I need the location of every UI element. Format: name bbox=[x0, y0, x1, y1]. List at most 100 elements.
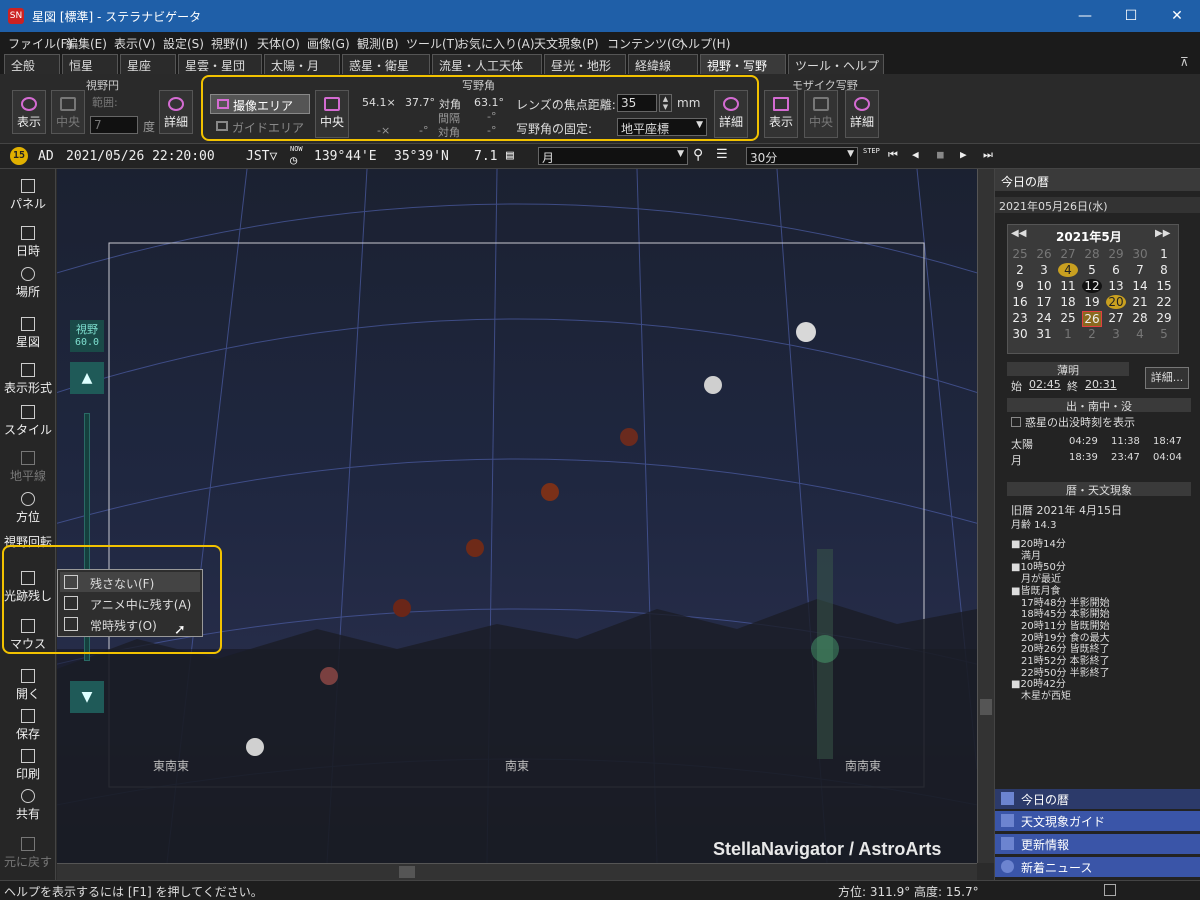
close-button[interactable]: ✕ bbox=[1154, 0, 1200, 32]
calendar-day[interactable]: 3 bbox=[1034, 263, 1054, 277]
calendar-day[interactable]: 5 bbox=[1154, 327, 1174, 341]
calendar-day[interactable]: 5 bbox=[1082, 263, 1102, 277]
resize-grip-icon[interactable] bbox=[1104, 884, 1116, 896]
menu-tools[interactable]: ツール(T) bbox=[406, 35, 459, 52]
calendar-day[interactable]: 31 bbox=[1034, 327, 1054, 341]
zoom-out-button[interactable]: ▼ bbox=[70, 681, 104, 713]
fov-show-button[interactable]: 表示 bbox=[12, 90, 46, 134]
focal-length-input[interactable]: 35 bbox=[617, 94, 657, 112]
photo-detail-button[interactable]: 詳細 bbox=[714, 90, 748, 138]
time-step-select[interactable]: 30分 ▼ bbox=[746, 147, 858, 165]
calendar-day[interactable]: 24 bbox=[1034, 311, 1054, 325]
calendar-day[interactable]: 26 bbox=[1034, 247, 1054, 261]
tab-planets[interactable]: 惑星・衛星 bbox=[342, 54, 430, 74]
tab-general[interactable]: 全般 bbox=[4, 54, 60, 74]
mosaic-show-button[interactable]: 表示 bbox=[764, 90, 798, 138]
calendar-day[interactable]: 14 bbox=[1130, 279, 1150, 293]
calendar-day[interactable]: 2 bbox=[1082, 327, 1102, 341]
calendar-day[interactable]: 9 bbox=[1010, 279, 1030, 293]
scroll-thumb[interactable] bbox=[399, 866, 415, 878]
fov-detail-button[interactable]: 詳細 bbox=[159, 90, 193, 134]
calendar-day[interactable]: 12 bbox=[1082, 279, 1102, 293]
calendar-day[interactable]: 26 bbox=[1082, 311, 1102, 327]
print-button[interactable]: 印刷 bbox=[0, 749, 56, 782]
scroll-thumb[interactable] bbox=[980, 699, 992, 715]
menu-favorites[interactable]: お気に入り(A) bbox=[457, 35, 535, 52]
tab-daylight[interactable]: 昼光・地形 bbox=[544, 54, 626, 74]
undo-button[interactable]: 元に戻す bbox=[0, 837, 56, 870]
maximize-button[interactable]: ☐ bbox=[1108, 0, 1154, 32]
menu-view[interactable]: 表示(V) bbox=[114, 35, 156, 52]
calendar-day[interactable]: 7 bbox=[1130, 263, 1150, 277]
keyboard-icon[interactable]: ▤ bbox=[506, 148, 514, 163]
menu-field[interactable]: 視野(I) bbox=[211, 35, 248, 52]
fix-angle-select[interactable]: 地平座標 ▼ bbox=[617, 118, 707, 136]
calendar-day[interactable]: 29 bbox=[1154, 311, 1174, 325]
skip-back-icon[interactable]: ⏮ bbox=[888, 148, 898, 162]
menu-item-trail-anim[interactable]: アニメ中に残す(A) bbox=[60, 593, 200, 613]
share-button[interactable]: 共有 bbox=[0, 789, 56, 822]
now-clock-icon[interactable]: ◷ bbox=[290, 153, 297, 167]
photo-center-button[interactable]: 中央 bbox=[315, 90, 349, 138]
calendar-day[interactable]: 21 bbox=[1130, 295, 1150, 309]
calendar-day[interactable]: 10 bbox=[1034, 279, 1054, 293]
tab-meteors[interactable]: 流星・人工天体 bbox=[432, 54, 542, 74]
next-year-icon[interactable]: ▶▶ bbox=[1155, 228, 1170, 239]
calendar-day[interactable]: 29 bbox=[1106, 247, 1126, 261]
direction-button[interactable]: 方位 bbox=[0, 492, 56, 525]
search-icon[interactable]: ⚲ bbox=[693, 147, 703, 163]
latitude-display[interactable]: 35°39'N bbox=[394, 149, 449, 164]
calendar-day[interactable]: 4 bbox=[1058, 263, 1078, 277]
starchart-button[interactable]: 星図 bbox=[0, 317, 56, 350]
calendar-day[interactable]: 25 bbox=[1010, 247, 1030, 261]
tab-field-photo[interactable]: 視野・写野 bbox=[700, 54, 786, 74]
calendar-day[interactable]: 17 bbox=[1034, 295, 1054, 309]
calendar-day[interactable]: 15 bbox=[1154, 279, 1174, 293]
mosaic-detail-button[interactable]: 詳細 bbox=[845, 90, 879, 138]
calendar-day[interactable]: 3 bbox=[1106, 327, 1126, 341]
pin-icon[interactable]: ⊼ bbox=[1180, 55, 1189, 69]
menu-edit[interactable]: 編集(E) bbox=[66, 35, 107, 52]
nav-phenomena-guide[interactable]: 天文現象ガイド bbox=[995, 811, 1200, 831]
calendar-day[interactable]: 27 bbox=[1058, 247, 1078, 261]
nav-today[interactable]: 今日の暦 bbox=[995, 789, 1200, 809]
step-label[interactable]: STEP bbox=[863, 147, 880, 155]
mosaic-center-button[interactable]: 中央 bbox=[804, 90, 838, 138]
vertical-scrollbar[interactable] bbox=[977, 169, 994, 863]
nav-updates[interactable]: 更新情報 bbox=[995, 834, 1200, 854]
tab-gridlines[interactable]: 経緯線 bbox=[628, 54, 698, 74]
calendar-day[interactable]: 22 bbox=[1154, 295, 1174, 309]
location-button[interactable]: 場所 bbox=[0, 267, 56, 300]
capture-area-button[interactable]: 撮像エリア bbox=[210, 94, 310, 114]
style-button[interactable]: スタイル bbox=[0, 405, 56, 438]
tab-stars[interactable]: 恒星 bbox=[62, 54, 118, 74]
menu-object[interactable]: 天体(O) bbox=[257, 35, 300, 52]
display-format-button[interactable]: 表示形式 bbox=[0, 363, 56, 396]
menu-settings[interactable]: 設定(S) bbox=[163, 35, 204, 52]
stop-icon[interactable]: ■ bbox=[937, 148, 944, 161]
fov-center-button[interactable]: 中央 bbox=[51, 90, 85, 134]
menu-item-no-trail[interactable]: 残さない(F) bbox=[60, 572, 200, 592]
datetime-display[interactable]: 2021/05/26 22:20:00 bbox=[66, 149, 215, 164]
step-back-icon[interactable]: ◀ bbox=[912, 148, 919, 161]
calendar-day[interactable]: 18 bbox=[1058, 295, 1078, 309]
menu-help[interactable]: ヘルプ(H) bbox=[676, 35, 730, 52]
calendar-day[interactable]: 30 bbox=[1010, 327, 1030, 341]
target-search-select[interactable]: 月 ▼ bbox=[538, 147, 688, 165]
calendar-day[interactable]: 20 bbox=[1106, 295, 1126, 309]
open-button[interactable]: 開く bbox=[0, 669, 56, 702]
calendar-day[interactable]: 19 bbox=[1082, 295, 1102, 309]
calendar-day[interactable]: 6 bbox=[1106, 263, 1126, 277]
step-forward-icon[interactable]: ▶ bbox=[960, 148, 967, 161]
calendar-day[interactable]: 13 bbox=[1106, 279, 1126, 293]
datetime-button[interactable]: 日時 bbox=[0, 226, 56, 259]
menu-image[interactable]: 画像(G) bbox=[307, 35, 350, 52]
calendar-day[interactable]: 28 bbox=[1130, 311, 1150, 325]
planet-rise-checkbox[interactable] bbox=[1011, 417, 1021, 427]
fov-range-input[interactable]: 7 bbox=[90, 116, 138, 134]
tab-constellations[interactable]: 星座 bbox=[120, 54, 176, 74]
nav-news[interactable]: 新着ニュース bbox=[995, 857, 1200, 877]
menu-file[interactable]: ファイル(F) bbox=[8, 35, 72, 52]
star-chart-view[interactable]: 東南東 南東 南南東 StellaNavigator / AstroArts 視… bbox=[57, 169, 977, 863]
calendar-day[interactable]: 11 bbox=[1058, 279, 1078, 293]
